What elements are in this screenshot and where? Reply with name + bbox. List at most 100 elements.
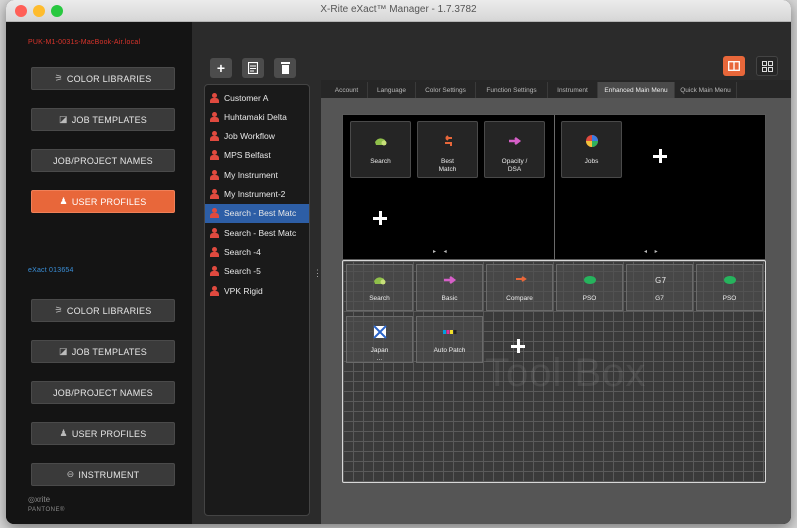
profile-list-item[interactable]: Search -4 xyxy=(205,242,309,261)
grid-view-button[interactable] xyxy=(756,56,778,76)
profile-name: VPK Rigid xyxy=(224,285,263,296)
profile-list-item[interactable]: Search -5 xyxy=(205,262,309,281)
tab-quick-main-menu[interactable]: Quick Main Menu xyxy=(675,82,737,98)
profile-list-item[interactable]: MPS Belfast xyxy=(205,146,309,165)
duplicate-profile-button[interactable] xyxy=(242,58,264,78)
profile-list-item[interactable]: My Instrument-2 xyxy=(205,185,309,204)
g7-icon: G7 xyxy=(655,276,666,285)
nav-color-libraries[interactable]: ⚞ COLOR LIBRARIES xyxy=(31,67,175,90)
user-profile-icon xyxy=(210,208,219,219)
nav-job-templates[interactable]: ◪ JOB TEMPLATES xyxy=(31,340,175,363)
user-profile-icon xyxy=(210,285,219,296)
user-profile-icon xyxy=(210,131,219,142)
tab-content: Search Best Match Opacity / DSA ▸ ◂ Jobs ◂… xyxy=(321,98,791,524)
user-icon: ♟ xyxy=(59,196,68,206)
add-profile-button[interactable]: + xyxy=(210,58,232,78)
svg-text:G7: G7 xyxy=(655,276,666,285)
profile-name: Search - Best Matc xyxy=(224,208,297,219)
toolbox-watermark: Tool Box xyxy=(485,351,647,395)
tool-tile-pso[interactable]: PSO xyxy=(556,264,623,311)
search-icon xyxy=(373,277,385,285)
tool-icon-wrapper xyxy=(582,273,598,292)
instrument-icon: ⊖ xyxy=(66,469,75,479)
profile-list-item[interactable]: VPK Rigid xyxy=(205,281,309,300)
tile-icon-wrapper xyxy=(440,134,456,153)
user-profile-list[interactable]: Customer A Huhtamaki Delta Job Workflow MPS… xyxy=(204,84,310,516)
tab-color-settings[interactable]: Color Settings xyxy=(416,82,476,98)
profile-name: Huhtamaki Delta xyxy=(224,111,287,122)
tool-tile-auto-patch[interactable]: Auto Patch xyxy=(416,316,483,363)
brand-logo: ◎xrite PANTONE® xyxy=(28,494,65,516)
profile-list-item[interactable]: Huhtamaki Delta xyxy=(205,107,309,126)
tool-tile-label: Basic xyxy=(441,295,458,302)
nav-label: JOB TEMPLATES xyxy=(71,114,147,125)
menu-tile-label: Best Match xyxy=(438,158,457,173)
user-profile-icon xyxy=(210,189,219,199)
profile-name: Search - Best Matc xyxy=(224,227,297,238)
profile-list-item[interactable]: Search - Best Matc xyxy=(205,223,309,242)
user-profile-icon xyxy=(210,169,219,180)
nav-job-templates[interactable]: ◪ JOB TEMPLATES xyxy=(31,108,175,131)
window-title: X-Rite eXact™ Manager - 1.7.3782 xyxy=(320,4,477,15)
nav-job-project-names[interactable]: JOB/PROJECT NAMES xyxy=(31,381,175,404)
pso-icon xyxy=(723,276,736,284)
nav-user-profiles[interactable]: ♟ USER PROFILES xyxy=(31,422,175,445)
menu-tile-search[interactable]: Search xyxy=(350,121,411,178)
user-profile-icon xyxy=(210,266,219,277)
nav-instrument[interactable]: ⊖ INSTRUMENT xyxy=(31,463,175,486)
add-tool-button[interactable] xyxy=(511,339,525,353)
menu-tile-jobs[interactable]: Jobs xyxy=(561,121,622,178)
best-match-icon xyxy=(444,135,452,146)
split-view-button[interactable] xyxy=(723,56,745,76)
nav-color-libraries[interactable]: ⚞ COLOR LIBRARIES xyxy=(31,299,175,322)
nav-user-profiles[interactable]: ♟ USER PROFILES xyxy=(31,190,175,213)
tool-tile-basic[interactable]: Basic xyxy=(416,264,483,311)
document-icon xyxy=(248,62,258,74)
profile-list-item[interactable]: Search - Best Matc xyxy=(205,203,309,223)
tool-tile-pso[interactable]: PSO xyxy=(696,264,763,311)
menu-tile-best-match[interactable]: Best Match xyxy=(417,121,478,178)
tab-language[interactable]: Language xyxy=(368,82,416,98)
tab-enhanced-main-menu[interactable]: Enhanced Main Menu xyxy=(598,82,675,98)
tab-account[interactable]: Account xyxy=(326,82,368,98)
nav-label: COLOR LIBRARIES xyxy=(66,305,152,316)
pso-icon xyxy=(583,276,596,284)
tool-box[interactable]: Tool Box Search Basic Compare PSO G7 G7 PSO Jap… xyxy=(342,260,766,483)
add-menu-item-left-page-2[interactable] xyxy=(373,211,387,225)
add-menu-item-right[interactable] xyxy=(653,149,667,163)
profile-list-item[interactable]: Job Workflow xyxy=(205,127,309,146)
menu-tile-label: Jobs xyxy=(584,158,599,165)
profile-list-item[interactable]: Customer A xyxy=(205,88,309,107)
trash-icon xyxy=(280,62,290,74)
profile-name: Search -4 xyxy=(224,246,261,257)
tool-tile-japan[interactable]: Japan ... xyxy=(346,316,413,363)
tool-icon-wrapper xyxy=(722,273,738,292)
menu-tile-label: Search xyxy=(370,158,391,165)
tab-function-settings[interactable]: Function Settings xyxy=(476,82,548,98)
profile-name: Job Workflow xyxy=(224,131,275,142)
profile-name: MPS Belfast xyxy=(224,150,271,161)
nav-label: JOB TEMPLATES xyxy=(71,346,147,357)
nav-label: JOB/PROJECT NAMES xyxy=(53,155,153,166)
jobs-icon xyxy=(585,135,598,147)
nav-label: JOB/PROJECT NAMES xyxy=(53,387,153,398)
tool-tile-label: Search xyxy=(369,295,390,302)
japan-icon xyxy=(372,325,387,339)
tool-tile-compare[interactable]: Compare xyxy=(486,264,553,311)
device-name-instrument: eXact 013654 xyxy=(28,267,74,274)
page-indicator-left: ▸ ◂ xyxy=(433,249,450,255)
nav-job-project-names[interactable]: JOB/PROJECT NAMES xyxy=(31,149,175,172)
tool-icon-wrapper: G7 xyxy=(652,273,668,292)
tool-tile-search[interactable]: Search xyxy=(346,264,413,311)
tool-tile-g7[interactable]: G7 G7 xyxy=(626,264,693,311)
tab-instrument[interactable]: Instrument xyxy=(548,82,598,98)
title-bar: X-Rite eXact™ Manager - 1.7.3782 xyxy=(6,0,791,22)
menu-tile-opacity[interactable]: Opacity / DSA xyxy=(484,121,545,178)
profile-name: Search -5 xyxy=(224,266,261,277)
delete-profile-button[interactable] xyxy=(274,58,296,78)
tile-icon-wrapper xyxy=(373,134,389,153)
auto-patch-icon xyxy=(442,330,456,334)
device-name-local: PUK-M1-0031s-MacBook-Air.local xyxy=(28,39,141,46)
xrite-logo-icon: ◎ xyxy=(28,495,35,504)
profile-list-item[interactable]: My Instrument xyxy=(205,165,309,184)
